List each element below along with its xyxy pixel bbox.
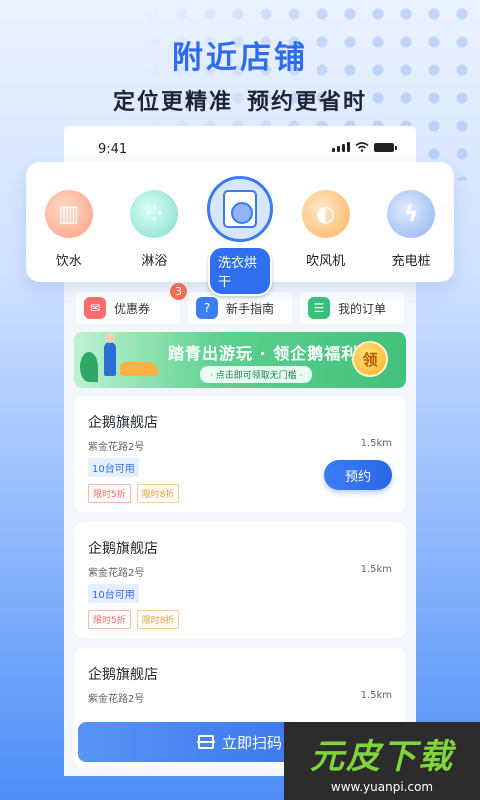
watermark-title: 元皮下载 [310,736,454,777]
store-address: 紫金花路2号 [88,568,145,579]
hair-dryer-icon: ◐ [301,190,350,238]
store-name: 企鹅旗舰店 [88,667,158,683]
person-illustration [104,333,116,376]
scan-icon [196,735,215,749]
status-icons [332,142,397,152]
car-illustration [120,362,158,376]
quick-link-guide[interactable]: ? 新手指南 [188,292,292,324]
battery-icon [374,143,397,152]
store-distance: 1.5km [360,690,392,701]
banner-title: 踏青出游玩 · 领企鹅福利 [168,344,359,363]
quick-links: ✉ 优惠券 3 ? 新手指南 ☰ 我的订单 [64,283,416,324]
leaf-illustration [80,352,98,382]
quick-link-orders[interactable]: ☰ 我的订单 [300,292,404,324]
store-name: 企鹅旗舰店 [88,415,158,431]
store-name: 企鹅旗舰店 [88,541,158,557]
store-distance: 1.5km [360,564,392,575]
water-icon: ▥ [44,190,93,238]
charging-icon: ϟ [387,190,436,238]
category-label: 洗衣烘干 [207,246,272,296]
store-address: 紫金花路2号 [88,694,145,705]
category-label: 吹风机 [306,254,346,269]
discount-tag: 限时8折 [136,610,180,629]
watermark-logo: 元皮下载 www.yuanpi.com [284,722,480,800]
quick-link-label: 优惠券 [114,301,151,316]
subtitle-right: 预约更省时 [247,90,368,115]
promo-banner[interactable]: 踏青出游玩 · 领企鹅福利 · 点击即可领取无门槛 · 领 [74,332,406,388]
category-label: 淋浴 [141,254,168,269]
coupon-icon: ✉ [84,297,106,319]
subtitle-left: 定位更精准 [112,90,233,115]
scan-button-label: 立即扫码 [221,733,282,752]
discount-tags: 限时5折 限时8折 [88,484,180,503]
page-title: 附近店铺 [172,40,308,76]
discount-tag: 限时5折 [88,484,131,503]
category-selector: ▥ 饮水 ⁘ 淋浴 洗衣烘干 ◐ 吹风机 ϟ 充电桩 [26,162,454,296]
banner-hint: · 点击即可领取无门槛 · [200,366,313,383]
quick-link-label: 新手指南 [226,301,275,316]
store-distance: 1.5km [360,438,392,449]
store-address: 紫金花路2号 [88,442,145,453]
category-water[interactable]: ▥ 饮水 [37,190,101,269]
page-subtitle: 定位更精准 预约更省时 [0,84,480,116]
category-label: 充电桩 [391,254,431,269]
category-shower[interactable]: ⁘ 淋浴 [122,190,186,269]
discount-tag: 限时8折 [136,484,180,503]
quick-link-coupon[interactable]: ✉ 优惠券 3 [76,283,187,324]
store-card[interactable]: 企鹅旗舰店 紫金花路2号 1.5km 10台可用 限时5折 限时8折 [74,522,406,638]
quick-link-label: 我的订单 [338,301,387,316]
category-label: 饮水 [55,254,82,269]
coupon-count-badge: 3 [170,283,187,300]
wifi-icon [355,142,369,152]
book-button[interactable]: 预约 [324,460,392,490]
category-charging[interactable]: ϟ 充电桩 [379,190,443,269]
shower-icon: ⁘ [130,190,179,238]
status-time: 9:41 [98,142,128,157]
guide-icon: ? [196,297,218,319]
discount-tag: 限时5折 [88,610,131,629]
claim-badge[interactable]: 领 [352,341,388,377]
order-icon: ☰ [308,297,330,319]
available-count: 10台可用 [88,458,139,477]
watermark-url: www.yuanpi.com [330,779,434,794]
category-hair-dryer[interactable]: ◐ 吹风机 [294,190,358,269]
discount-tags: 限时5折 限时8折 [88,610,180,629]
category-laundry[interactable]: 洗衣烘干 [206,176,273,296]
available-count: 10台可用 [88,584,139,603]
signal-icon [332,142,350,152]
store-card[interactable]: 企鹅旗舰店 紫金花路2号 1.5km 10台可用 限时5折 限时8折 预约 [74,396,406,512]
washer-icon [206,176,273,242]
